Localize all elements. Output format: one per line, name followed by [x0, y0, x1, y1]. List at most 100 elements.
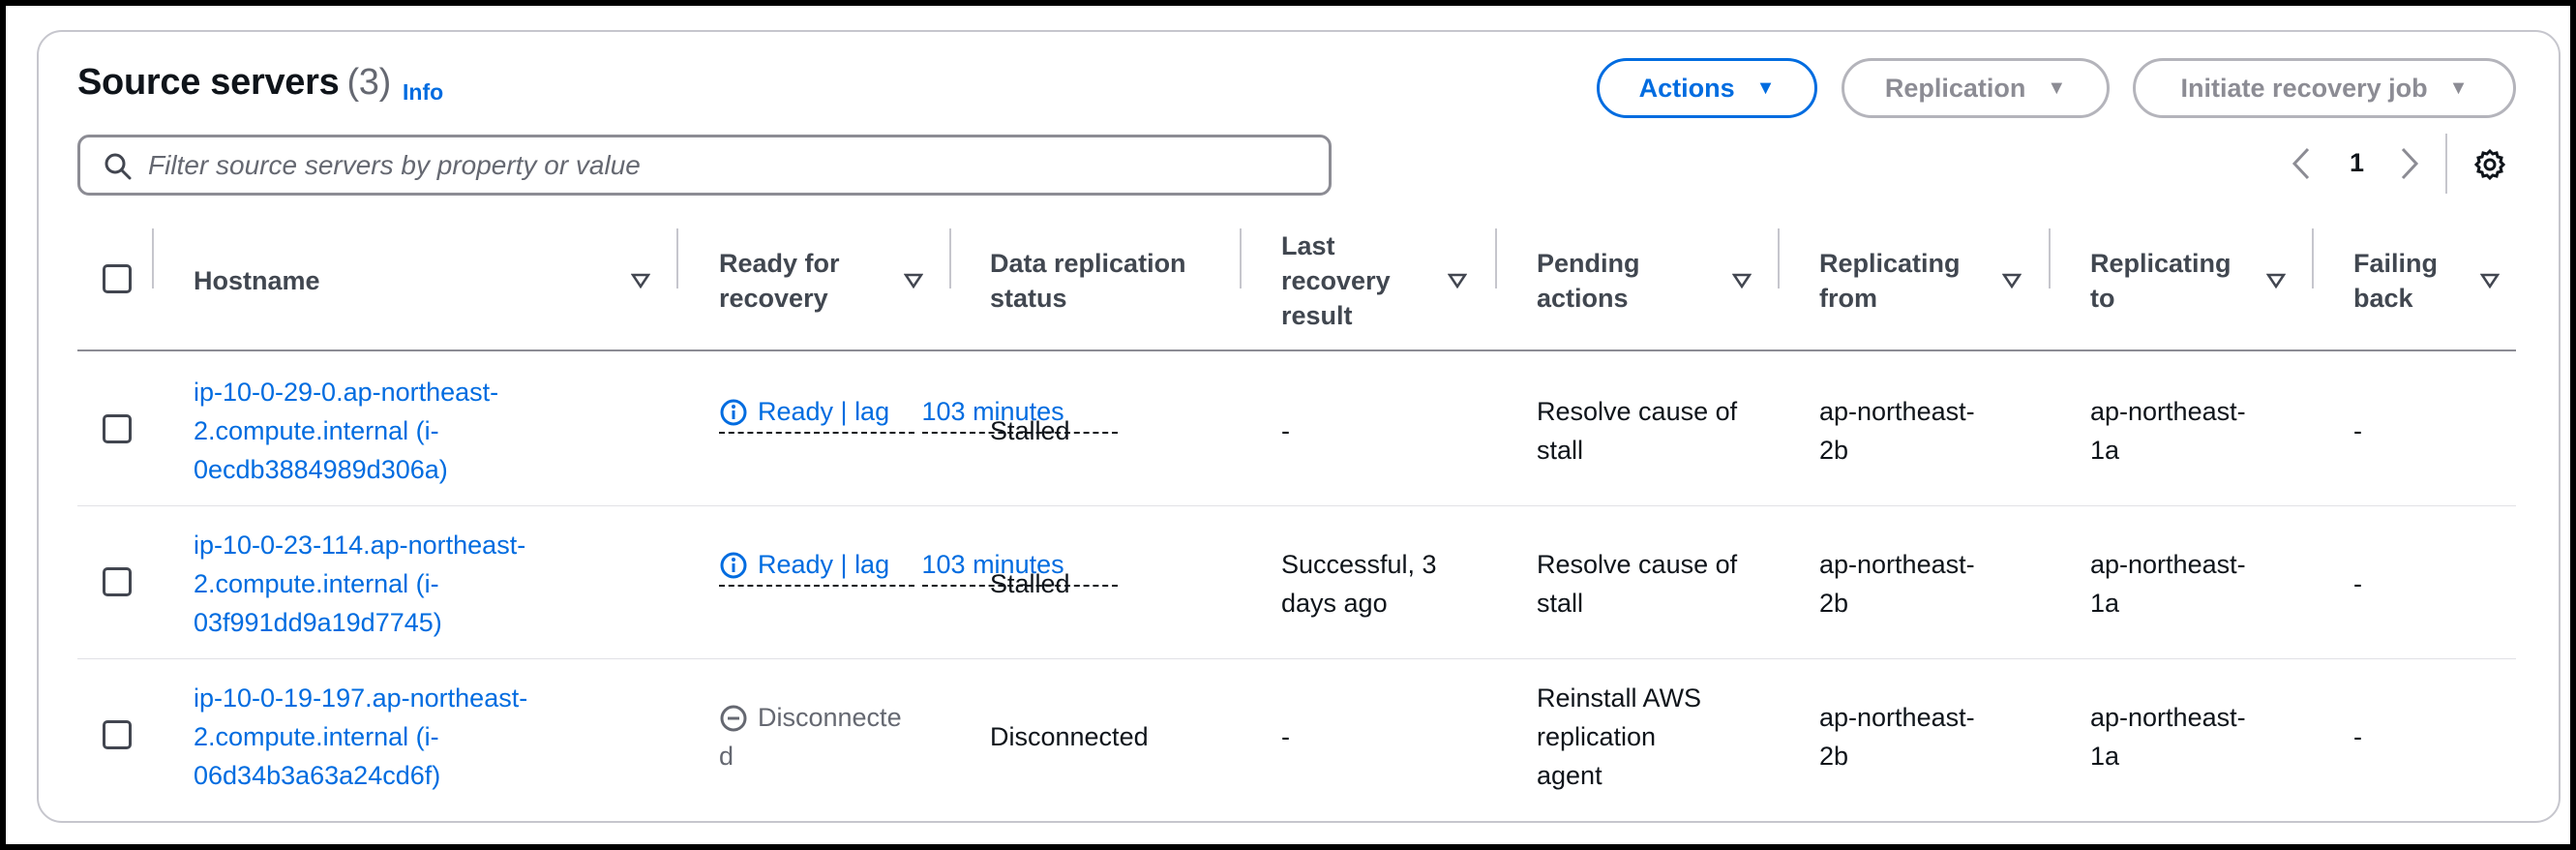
from-line: 2b: [1819, 742, 1849, 771]
hostname-line: ip-10-0-23-114.ap-northeast-: [194, 531, 526, 560]
column-header-pending-actions[interactable]: Pending actions: [1537, 246, 1640, 316]
ready-text: Ready | lag: [758, 397, 890, 426]
minus-circle-icon: [720, 705, 747, 732]
current-page-number[interactable]: 1: [2350, 148, 2364, 178]
hostname-link[interactable]: ip-10-0-19-197.ap-northeast- 2.compute.i…: [194, 679, 527, 795]
caret-down-icon: ▼: [2047, 76, 2067, 99]
to-line: 1a: [2090, 589, 2120, 618]
hostname-line: 06d34b3a63a24cd6f): [194, 761, 441, 790]
replication-label: Replication: [1884, 73, 2026, 103]
header-text: actions: [1537, 284, 1629, 313]
sort-triangle-icon[interactable]: [1448, 273, 1467, 288]
to-line: ap-northeast-: [2090, 397, 2246, 426]
replication-button[interactable]: Replication ▼: [1842, 58, 2110, 118]
page-title: Source servers (3): [77, 62, 391, 104]
column-header-replicating-from[interactable]: Replicating from: [1819, 246, 1961, 316]
column-separator: [1778, 228, 1780, 288]
replicating-from: ap-northeast- 2b: [1819, 545, 1975, 622]
replication-status: Disconnected: [990, 722, 1149, 751]
hostname-link[interactable]: ip-10-0-23-114.ap-northeast- 2.compute.i…: [194, 526, 525, 642]
last-recovery-result: Successful, 3 days ago: [1281, 545, 1437, 622]
select-all-checkbox[interactable]: [103, 264, 132, 293]
search-input[interactable]: [148, 145, 1309, 186]
hostname-link[interactable]: ip-10-0-29-0.ap-northeast- 2.compute.int…: [194, 373, 498, 489]
hostname-line: 2.compute.internal (i-: [194, 722, 439, 751]
caret-down-icon: ▼: [1755, 76, 1776, 99]
column-separator: [1240, 228, 1242, 288]
replication-status: Stalled: [990, 416, 1070, 445]
from-line: ap-northeast-: [1819, 397, 1975, 426]
caret-down-icon: ▼: [2448, 76, 2469, 99]
row-checkbox[interactable]: [103, 414, 132, 443]
ready-status: Disconnecte d: [719, 698, 902, 775]
pager-divider: [2445, 134, 2447, 194]
result-line: Successful, 3: [1281, 550, 1437, 579]
sort-triangle-icon[interactable]: [2002, 273, 2022, 288]
gear-icon[interactable]: [2473, 148, 2506, 181]
column-header-last-recovery-result[interactable]: Last recovery result: [1281, 228, 1391, 333]
pending-line: Resolve cause of: [1537, 550, 1738, 579]
header-text: Hostname: [194, 266, 320, 295]
ready-text-line1: Ready | lag: [719, 545, 914, 587]
actions-label: Actions: [1638, 73, 1735, 103]
result-line: -: [1281, 722, 1290, 751]
replicating-from: ap-northeast- 2b: [1819, 698, 1975, 775]
column-separator: [676, 228, 678, 288]
last-recovery-result: -: [1281, 411, 1290, 450]
next-page-icon[interactable]: [2397, 145, 2422, 182]
sort-triangle-icon[interactable]: [2480, 273, 2500, 288]
header-text: Failing: [2353, 249, 2438, 278]
info-link[interactable]: Info: [403, 79, 443, 106]
last-recovery-result: -: [1281, 717, 1290, 756]
header-text: Data replication: [990, 249, 1186, 278]
hostname-line: 2.compute.internal (i-: [194, 569, 439, 598]
column-header-failing-back[interactable]: Failing back: [2353, 246, 2438, 316]
header-text: recovery: [1281, 266, 1391, 295]
header-text: status: [990, 284, 1067, 313]
column-header-replicating-to[interactable]: Replicating to: [2090, 246, 2232, 316]
pending-actions: Resolve cause of stall: [1537, 392, 1737, 470]
failing-back: -: [2353, 569, 2362, 598]
to-line: 1a: [2090, 436, 2120, 465]
pending-line: stall: [1537, 589, 1584, 618]
pending-line: stall: [1537, 436, 1584, 465]
sort-triangle-icon[interactable]: [904, 273, 923, 288]
pending-line: Reinstall AWS: [1537, 683, 1702, 713]
pending-actions: Resolve cause of stall: [1537, 545, 1737, 622]
result-line: -: [1281, 416, 1290, 445]
search-icon: [105, 153, 132, 180]
to-line: ap-northeast-: [2090, 703, 2246, 732]
row-checkbox[interactable]: [103, 720, 132, 749]
sort-triangle-icon[interactable]: [2266, 273, 2286, 288]
column-header-hostname[interactable]: Hostname: [194, 263, 320, 298]
server-count: (3): [346, 62, 391, 103]
header-text: result: [1281, 301, 1353, 330]
header-text: Replicating: [2090, 249, 2232, 278]
pending-actions: Reinstall AWS replication agent: [1537, 679, 1701, 795]
column-separator: [949, 228, 951, 288]
previous-page-icon[interactable]: [2289, 145, 2314, 182]
header-text: back: [2353, 284, 2413, 313]
pending-line: replication: [1537, 722, 1657, 751]
from-line: 2b: [1819, 436, 1849, 465]
header-text: Ready for: [719, 249, 840, 278]
actions-button[interactable]: Actions ▼: [1597, 58, 1817, 118]
replicating-to: ap-northeast- 1a: [2090, 545, 2246, 622]
initiate-recovery-job-button[interactable]: Initiate recovery job ▼: [2133, 58, 2516, 118]
pending-line: Resolve cause of: [1537, 397, 1738, 426]
hostname-line: ip-10-0-29-0.ap-northeast-: [194, 378, 499, 407]
info-circle-icon: [720, 399, 747, 426]
to-line: ap-northeast-: [2090, 550, 2246, 579]
ready-text-line1: Ready | lag: [719, 392, 914, 434]
sort-triangle-icon[interactable]: [631, 273, 650, 288]
ready-text: Ready | lag: [758, 550, 890, 579]
row-checkbox[interactable]: [103, 567, 132, 596]
header-text: from: [1819, 284, 1877, 313]
replication-status: Stalled: [990, 569, 1070, 598]
column-separator: [2049, 228, 2051, 288]
header-text: Pending: [1537, 249, 1640, 278]
column-header-ready-for-recovery[interactable]: Ready for recovery: [719, 246, 840, 316]
search-field: [77, 135, 1332, 196]
column-header-data-replication-status[interactable]: Data replication status: [990, 246, 1186, 316]
sort-triangle-icon[interactable]: [1732, 273, 1752, 288]
